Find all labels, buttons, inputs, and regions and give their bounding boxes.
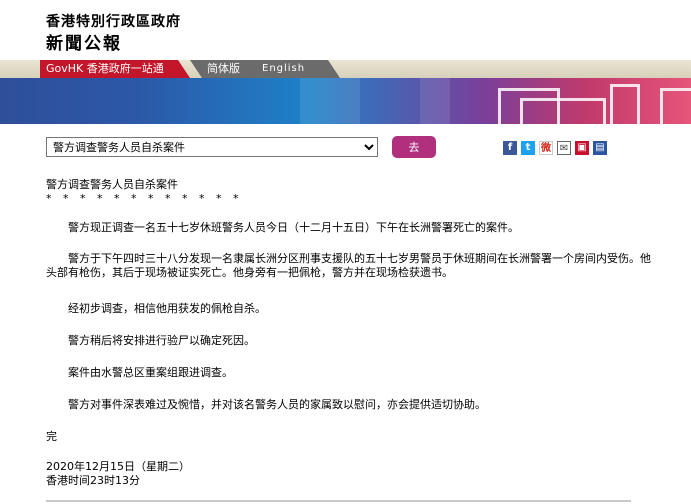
paragraph-5: 案件由水警总区重案组跟进调查。 [68,366,233,379]
org-name: 香港特別行政區政府 [46,14,181,30]
share-icons: f t 微 ✉ ▣ ▤ [503,141,607,155]
email-icon[interactable]: ✉ [557,141,571,155]
simplified-chinese-link[interactable]: 简体版 [207,60,240,78]
paragraph-2: 警方于下午四时三十八分发现一名隶属长洲分区刑事支援队的五十七岁男警员于休班期间在… [46,252,651,279]
banner-image [0,78,691,124]
weibo-icon[interactable]: 微 [539,141,553,155]
end-mark: 完 [46,430,57,443]
release-date: 2020年12月15日（星期二） [46,460,190,473]
nav-bar: GovHK 香港政府一站通 简体版 English [0,60,691,78]
paragraph-3: 经初步调查，相信他用获发的佩枪自杀。 [68,302,266,315]
paragraph-1: 警方现正调查一名五十七岁休班警务人员今日（十二月十五日）下午在长洲警署死亡的案件… [68,221,519,234]
press-release-title[interactable]: 新聞公報 [46,29,122,54]
go-button[interactable]: 去 [392,136,436,158]
govhk-link[interactable]: GovHK 香港政府一站通 [40,60,190,78]
facebook-icon[interactable]: f [503,141,517,155]
footer-divider [46,500,631,502]
release-time: 香港时间23时13分 [46,474,140,487]
english-link[interactable]: English [262,60,305,78]
header: 香港特別行政區政府 新聞公報 [0,0,691,60]
paragraph-6: 警方对事件深表难过及惋惜，并对该名警务人员的家属致以慰问，亦会提供适切协助。 [68,398,486,411]
title-separator: * * * * * * * * * * * * [46,192,243,205]
press-release-page: 香港特別行政區政府 新聞公報 GovHK 香港政府一站通 简体版 English… [0,0,691,504]
press-release-select[interactable]: 警方调查警务人员自杀案件 [46,137,378,157]
print-icon[interactable]: ▣ [575,141,589,155]
paragraph-4: 警方稍后将安排进行验尸以确定死因。 [68,334,255,347]
twitter-icon[interactable]: t [521,141,535,155]
mobile-icon[interactable]: ▤ [593,141,607,155]
article-title: 警方调查警务人员自杀案件 [46,178,178,191]
toolbar: 警方调查警务人员自杀案件 去 f t 微 ✉ ▣ ▤ [0,124,691,164]
